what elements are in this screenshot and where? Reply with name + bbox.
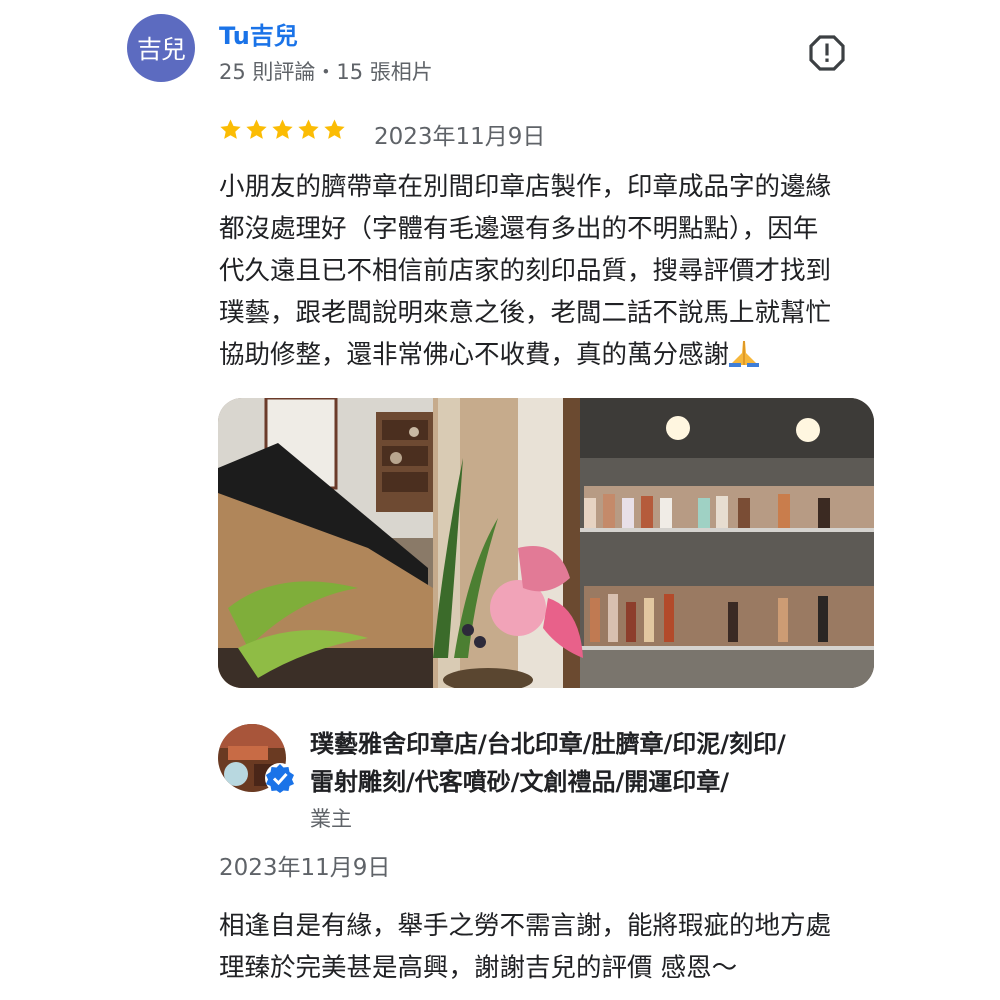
report-button[interactable] — [806, 32, 848, 74]
owner-name[interactable]: 璞藝雅舍印章店/台北印章/肚臍章/印泥/刻印/ 雷射雕刻/代客噴砂/文創禮品/開… — [310, 725, 786, 801]
review-text-line: 代久遠且已不相信前店家的刻印品質，搜尋評價才找到 — [219, 256, 832, 286]
review-text-line: 協助修整，還非常佛心不收費，真的萬分感謝 — [219, 340, 730, 370]
star-icon — [324, 119, 345, 139]
shop-interior-photo — [218, 398, 874, 688]
reply-date: 2023年11月9日 — [219, 855, 391, 881]
reply-text-line: 理臻於完美甚是高興，謝謝吉兒的評價 感恩～ — [219, 953, 738, 983]
reply-text: 相逢自是有緣，舉手之勞不需言謝，能將瑕疵的地方處 理臻於完美甚是高興，謝謝吉兒的… — [219, 905, 889, 989]
reviewer-name[interactable]: Tu吉兒 — [219, 16, 298, 51]
reply-text-line: 相逢自是有緣，舉手之勞不需言謝，能將瑕疵的地方處 — [219, 911, 832, 941]
folded-hands-icon — [729, 341, 760, 367]
review-text-line: 璞藝，跟老闆說明來意之後，老闆二話不說馬上就幫忙 — [219, 298, 832, 328]
owner-role-label: 業主 — [310, 807, 352, 831]
star-icon — [298, 119, 319, 139]
review-text-line: 都沒處理好（字體有毛邊還有多出的不明點點），因年 — [219, 214, 819, 244]
review-date: 2023年11月9日 — [374, 124, 546, 150]
review-text: 小朋友的臍帶章在別間印章店製作，印章成品字的邊緣 都沒處理好（字體有毛邊還有多出… — [219, 166, 879, 376]
star-icon — [220, 119, 241, 139]
reviewer-avatar[interactable]: 吉兒 — [127, 14, 195, 82]
reviewer-avatar-text: 吉兒 — [136, 35, 186, 64]
review-photo[interactable] — [218, 398, 874, 688]
report-icon — [809, 35, 845, 71]
reviewer-meta: 25 則評論・15 張相片 — [219, 60, 433, 84]
star-icon — [272, 119, 293, 139]
verified-badge-icon — [265, 763, 295, 793]
owner-name-line: 雷射雕刻/代客噴砂/文創禮品/開運印章/ — [310, 768, 730, 796]
star-rating — [219, 118, 346, 141]
review-text-last-line: 協助修整，還非常佛心不收費，真的萬分感謝 — [219, 334, 879, 376]
star-icon — [246, 119, 267, 139]
owner-name-line: 璞藝雅舍印章店/台北印章/肚臍章/印泥/刻印/ — [310, 730, 786, 758]
review-text-line: 小朋友的臍帶章在別間印章店製作，印章成品字的邊緣 — [219, 172, 832, 202]
